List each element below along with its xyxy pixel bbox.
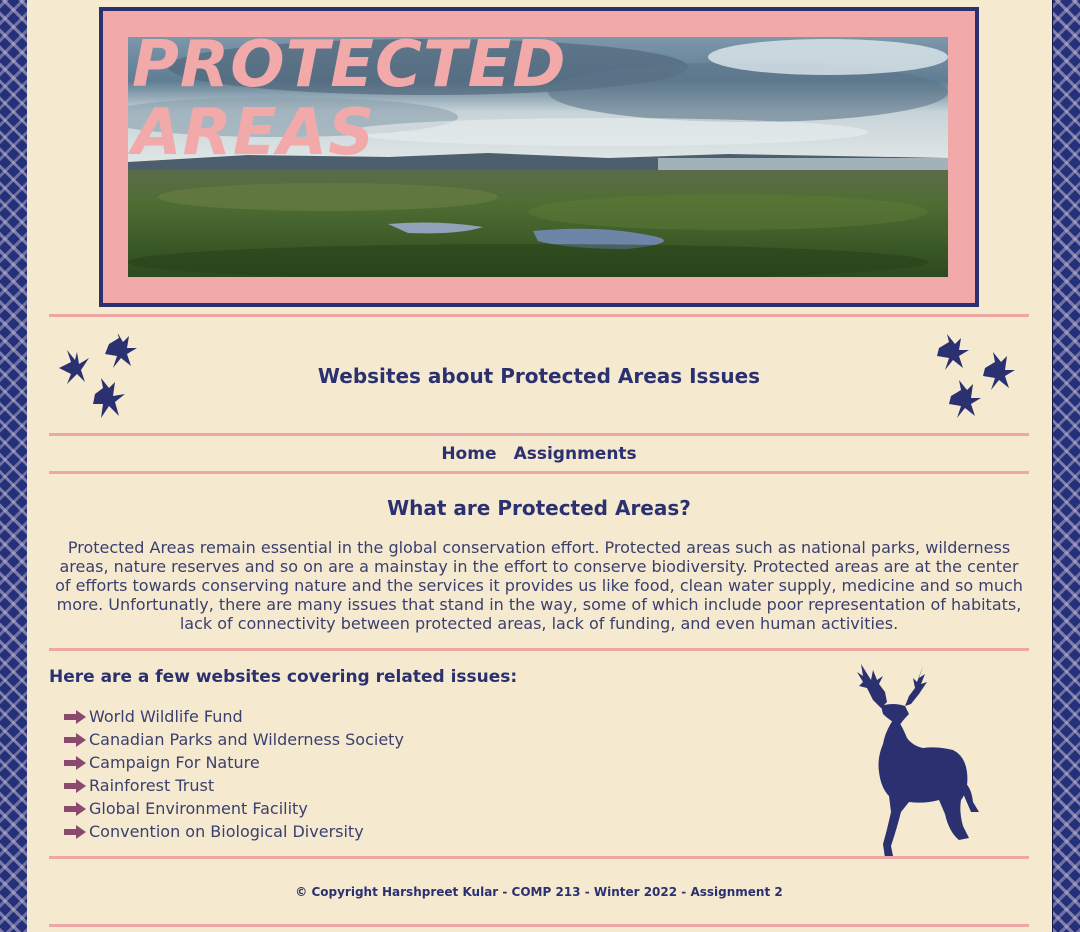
arrow-right-icon bbox=[64, 755, 86, 770]
banner-title: Protected Areas bbox=[132, 37, 567, 170]
bird-flock-icon bbox=[937, 334, 1015, 418]
banner: Protected Areas bbox=[99, 7, 979, 307]
divider bbox=[49, 471, 1029, 474]
divider bbox=[49, 856, 1029, 859]
arrow-right-icon bbox=[64, 824, 86, 839]
intro-paragraph: Protected Areas remain essential in the … bbox=[55, 538, 1023, 633]
nav-link-assignments[interactable]: Assignments bbox=[514, 444, 637, 464]
footer-copyright: © Copyright Harshpreet Kular - COMP 213 … bbox=[295, 885, 783, 899]
divider bbox=[49, 433, 1029, 436]
websites-heading: Here are a few websites covering related… bbox=[49, 667, 518, 687]
link-world-wildlife-fund[interactable]: World Wildlife Fund bbox=[89, 707, 243, 726]
arrow-right-icon bbox=[64, 778, 86, 793]
left-border-pattern bbox=[0, 0, 35, 932]
link-convention-biological-diversity[interactable]: Convention on Biological Diversity bbox=[89, 822, 364, 841]
list-item: Rainforest Trust bbox=[61, 774, 404, 797]
section-title: What are Protected Areas? bbox=[387, 496, 691, 520]
deer-icon bbox=[857, 664, 979, 858]
list-item: World Wildlife Fund bbox=[61, 705, 404, 728]
right-border-pattern bbox=[1045, 0, 1080, 932]
banner-landscape-image: Protected Areas bbox=[128, 37, 948, 277]
link-rainforest-trust[interactable]: Rainforest Trust bbox=[89, 776, 214, 795]
list-item: Campaign For Nature bbox=[61, 751, 404, 774]
divider bbox=[49, 924, 1029, 927]
list-item: Global Environment Facility bbox=[61, 797, 404, 820]
page-heading: Websites about Protected Areas Issues bbox=[317, 364, 761, 388]
main-nav: Home Assignments bbox=[49, 444, 1029, 464]
list-item: Convention on Biological Diversity bbox=[61, 820, 404, 843]
arrow-right-icon bbox=[64, 709, 86, 724]
page: Protected Areas Websites about Protected… bbox=[27, 0, 1052, 932]
site-heading: Websites about Protected Areas Issues bbox=[49, 320, 1029, 432]
nav-link-home[interactable]: Home bbox=[441, 444, 496, 464]
link-global-environment-facility[interactable]: Global Environment Facility bbox=[89, 799, 308, 818]
websites-list: World Wildlife Fund Canadian Parks and W… bbox=[61, 705, 404, 843]
list-item: Canadian Parks and Wilderness Society bbox=[61, 728, 404, 751]
divider bbox=[49, 648, 1029, 651]
divider bbox=[49, 314, 1029, 317]
link-cpaws[interactable]: Canadian Parks and Wilderness Society bbox=[89, 730, 404, 749]
arrow-right-icon bbox=[64, 732, 86, 747]
link-campaign-for-nature[interactable]: Campaign For Nature bbox=[89, 753, 260, 772]
arrow-right-icon bbox=[64, 801, 86, 816]
